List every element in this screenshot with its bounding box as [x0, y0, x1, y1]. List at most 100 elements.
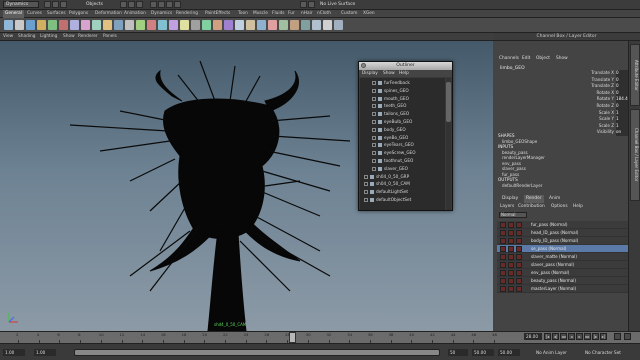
expand-toggle-icon[interactable]: [372, 81, 376, 85]
expand-toggle-icon[interactable]: [372, 159, 376, 163]
viewport-menu-panels[interactable]: Panels: [103, 33, 117, 41]
expand-toggle-icon[interactable]: [372, 143, 376, 148]
outliner-item[interactable]: sh04_0_50_GRP: [364, 173, 409, 181]
shelf-tab-toon[interactable]: Toon: [236, 10, 250, 18]
open-scene-icon[interactable]: [52, 1, 59, 8]
shelf-tool-icon[interactable]: [37, 20, 46, 30]
render-settings-icon[interactable]: [516, 238, 522, 244]
render-layer-row[interactable]: beauty_pass (Normal): [497, 277, 629, 285]
snap-grid-icon[interactable]: [150, 1, 157, 8]
outliner-item[interactable]: tailons_GEO: [372, 110, 409, 118]
shelf-tool-icon[interactable]: [92, 20, 101, 30]
outliner-item[interactable]: teeth_GEO: [372, 102, 406, 110]
shelf-tool-icon[interactable]: [323, 20, 332, 30]
range-end2-field[interactable]: 50.00: [498, 349, 520, 356]
new-scene-icon[interactable]: [44, 1, 51, 8]
character-set-label[interactable]: No Character Set: [585, 349, 621, 356]
outliner-item[interactable]: furFeedback: [372, 79, 410, 87]
menu-set-dropdown[interactable]: Dynamics: [3, 1, 39, 8]
shelf-tab-rendering[interactable]: Rendering: [174, 10, 200, 18]
recycle-icon[interactable]: [508, 230, 514, 236]
step-forward-key-icon[interactable]: ▸▸: [584, 333, 591, 340]
renderable-toggle-icon[interactable]: [500, 222, 506, 228]
outliner-item[interactable]: mouth_GEO: [372, 95, 409, 103]
attr-value-field[interactable]: 184.484: [616, 96, 633, 103]
attr-value-field[interactable]: 0: [616, 70, 628, 77]
range-inner-end-field[interactable]: 50: [448, 349, 468, 356]
outliner-item[interactable]: eyeBo_GEO: [372, 134, 408, 142]
shelf-tool-icon[interactable]: [279, 20, 288, 30]
shelf-tool-icon[interactable]: [191, 20, 200, 30]
shelf-tool-icon[interactable]: [81, 20, 90, 30]
shelf-tab-dynamics[interactable]: Dynamics: [149, 10, 174, 18]
layer-menu-help[interactable]: Help: [573, 204, 583, 209]
expand-toggle-icon[interactable]: [372, 96, 376, 101]
section-item[interactable]: fur_pass: [502, 172, 519, 177]
viewport-menu-lighting[interactable]: Lighting: [40, 33, 57, 41]
viewport-menu-view[interactable]: View: [3, 33, 13, 41]
viewport-menu-renderer[interactable]: Renderer: [78, 33, 98, 41]
layer-menu-layers[interactable]: Layers: [500, 204, 514, 209]
shelf-tool-icon[interactable]: [257, 20, 266, 30]
render-layer-row[interactable]: fur_pass (Normal): [497, 221, 629, 229]
recycle-icon[interactable]: [508, 246, 514, 252]
expand-toggle-icon[interactable]: [364, 190, 368, 195]
render-frame-icon[interactable]: [300, 1, 307, 8]
renderable-toggle-icon[interactable]: [500, 254, 506, 260]
render-layer-row[interactable]: se_pass (Normal): [497, 245, 629, 253]
shelf-tool-icon[interactable]: [136, 20, 145, 30]
layer-tab-display[interactable]: Display: [500, 195, 520, 203]
step-back-key-icon[interactable]: ◂◂: [560, 333, 567, 340]
outliner-menu-help[interactable]: Help: [399, 70, 409, 77]
shelf-tool-icon[interactable]: [103, 20, 112, 30]
shelf-tool-icon[interactable]: [312, 20, 321, 30]
expand-toggle-icon[interactable]: [372, 127, 376, 132]
section-item[interactable]: limbo_GEOShape: [502, 139, 537, 144]
shelf-tool-icon[interactable]: [15, 20, 24, 30]
close-icon[interactable]: [361, 63, 366, 68]
shelf-tab-painteffects[interactable]: PaintEffects: [203, 10, 232, 18]
render-settings-icon[interactable]: [516, 278, 522, 284]
shelf-tab-nhair[interactable]: nHair: [299, 10, 315, 18]
auto-key-icon[interactable]: [614, 333, 621, 340]
recycle-icon[interactable]: [508, 270, 514, 276]
shelf-tab-polygons[interactable]: Polygons: [67, 10, 90, 18]
playhead[interactable]: [289, 332, 296, 343]
render-settings-icon[interactable]: [516, 270, 522, 276]
shelf-tab-deformation[interactable]: Deformation: [93, 10, 124, 18]
outliner-item[interactable]: defaultObjectSet: [364, 196, 411, 204]
expand-toggle-icon[interactable]: [364, 182, 368, 187]
recycle-icon[interactable]: [508, 278, 514, 284]
render-settings-icon[interactable]: [516, 230, 522, 236]
tab-channel-box[interactable]: Channel Box / Layer Editor: [630, 109, 640, 201]
shelf-tab-animation[interactable]: Animation: [122, 10, 148, 18]
renderable-toggle-icon[interactable]: [500, 262, 506, 268]
range-bar[interactable]: [74, 349, 440, 356]
renderable-toggle-icon[interactable]: [500, 286, 506, 292]
select-by-component-icon[interactable]: [136, 1, 143, 8]
attr-value-field[interactable]: on: [616, 129, 628, 136]
shelf-tool-icon[interactable]: [125, 20, 134, 30]
attr-value-field[interactable]: 1: [616, 109, 628, 117]
attr-value-field[interactable]: 0: [616, 89, 628, 97]
expand-toggle-icon[interactable]: [372, 104, 376, 109]
outliner-list[interactable]: furFeedback spines_GEO mouth_GEO teeth_GEO t…: [360, 78, 445, 210]
renderable-toggle-icon[interactable]: [500, 246, 506, 252]
attr-value-field[interactable]: 1: [616, 122, 628, 130]
expand-toggle-icon[interactable]: [372, 151, 376, 156]
tab-attribute-editor[interactable]: Attribute Editor: [630, 44, 640, 106]
expand-toggle-icon[interactable]: [372, 88, 376, 93]
recycle-icon[interactable]: [508, 286, 514, 292]
outliner-item[interactable]: sh04_0_50_CAM: [364, 180, 410, 188]
snap-curve-icon[interactable]: [158, 1, 165, 8]
outliner-item[interactable]: eyeScrew_GEO: [372, 149, 416, 157]
shelf-tab-muscle[interactable]: Muscle: [251, 10, 270, 18]
shelf-tool-icon[interactable]: [4, 20, 13, 30]
render-layer-row[interactable]: env_pass (Normal): [497, 269, 629, 277]
select-by-hierarchy-icon[interactable]: [120, 1, 127, 8]
renderable-toggle-icon[interactable]: [500, 238, 506, 244]
channel-menu-edit[interactable]: Edit: [522, 56, 530, 61]
shelf-tool-icon[interactable]: [224, 20, 233, 30]
channel-menu-channels[interactable]: Channels: [499, 56, 519, 61]
layer-mode-dropdown[interactable]: Normal: [499, 212, 527, 218]
